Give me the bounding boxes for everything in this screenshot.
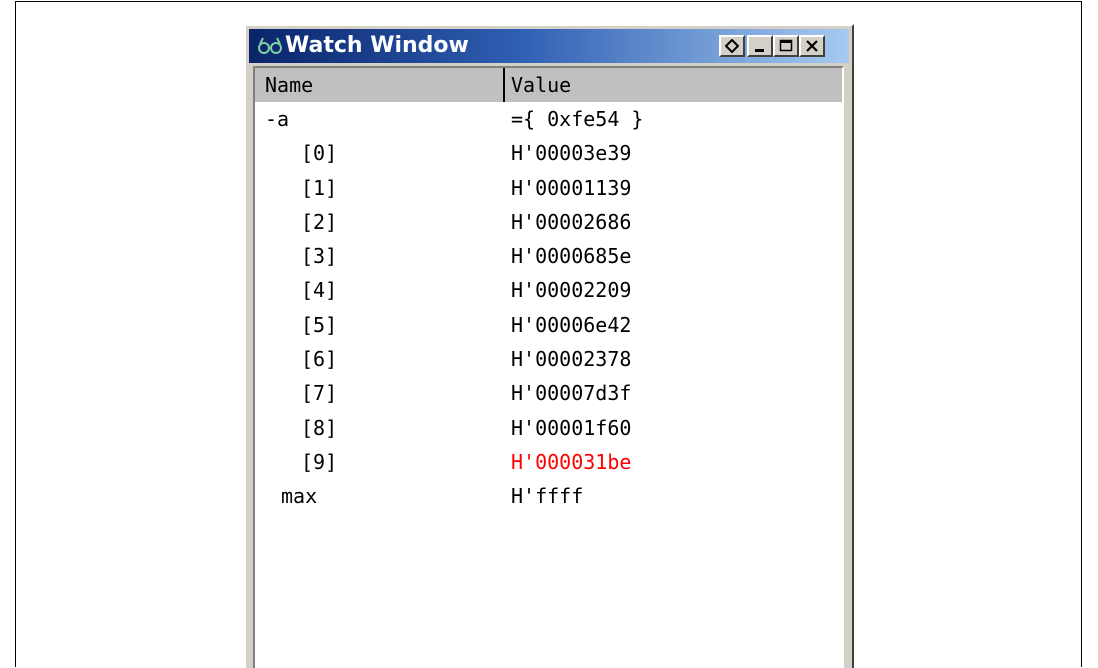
watch-row-a-0[interactable]: [0] H'00003e39 [255, 136, 842, 170]
row-value[interactable]: H'00007d3f [511, 376, 631, 410]
row-value[interactable]: H'00002686 [511, 205, 631, 239]
row-value[interactable]: H'ffff [511, 479, 583, 513]
row-name: [5] [301, 312, 338, 337]
column-header-name[interactable]: Name [265, 68, 313, 102]
column-header-value[interactable]: Value [511, 68, 571, 102]
row-value[interactable]: H'00003e39 [511, 136, 631, 170]
window-options-button[interactable] [719, 35, 745, 57]
watch-row-a-8[interactable]: [8] H'00001f60 [255, 411, 842, 445]
row-value[interactable]: H'0000685e [511, 239, 631, 273]
watch-row-max[interactable]: max H'ffff [255, 479, 842, 513]
column-divider[interactable] [503, 68, 505, 102]
list-header: Name Value [255, 68, 842, 102]
watch-rows: -a ={ 0xfe54 } [0] H'00003e39 [1] H'0000… [255, 102, 842, 514]
row-name: [1] [301, 175, 338, 200]
row-name: [6] [301, 347, 338, 372]
close-button[interactable] [799, 35, 825, 57]
row-name: [3] [301, 244, 338, 269]
maximize-icon [779, 39, 793, 52]
watch-glasses-icon [257, 36, 283, 56]
minimize-icon [755, 49, 764, 52]
row-name: [8] [301, 415, 338, 440]
watch-list[interactable]: Name Value -a ={ 0xfe54 } [0] H'00003e39… [253, 66, 844, 668]
watch-row-a-9[interactable]: [9] H'000031be [255, 445, 842, 479]
watch-row-a-3[interactable]: [3] H'0000685e [255, 239, 842, 273]
row-name: max [281, 484, 318, 509]
close-icon [806, 40, 818, 52]
watch-row-a-5[interactable]: [5] H'00006e42 [255, 308, 842, 342]
row-value[interactable]: ={ 0xfe54 } [511, 102, 643, 136]
watch-row-a-7[interactable]: [7] H'00007d3f [255, 376, 842, 410]
watch-row-a-4[interactable]: [4] H'00002209 [255, 273, 842, 307]
row-value[interactable]: H'00006e42 [511, 308, 631, 342]
row-name[interactable]: -a [265, 102, 289, 136]
watch-row-a-2[interactable]: [2] H'00002686 [255, 205, 842, 239]
minimize-button[interactable] [747, 35, 773, 57]
row-name: [9] [301, 449, 338, 474]
row-value-changed[interactable]: H'000031be [511, 445, 631, 479]
row-value[interactable]: H'00001f60 [511, 411, 631, 445]
watch-row-a-6[interactable]: [6] H'00002378 [255, 342, 842, 376]
title-bar[interactable]: Watch Window [249, 29, 849, 63]
row-name: [4] [301, 278, 338, 303]
watch-window: Watch Window Name Value -a ={0xfe54} [… [244, 24, 854, 668]
maximize-button[interactable] [773, 35, 799, 57]
row-name: [7] [301, 381, 338, 406]
watch-row-a-1[interactable]: [1] H'00001139 [255, 171, 842, 205]
window-title: Watch Window [285, 33, 469, 58]
row-value[interactable]: H'00002209 [511, 273, 631, 307]
row-value[interactable]: H'00002378 [511, 342, 631, 376]
row-value[interactable]: H'00001139 [511, 171, 631, 205]
watch-row-a[interactable]: -a ={ 0xfe54 } [255, 102, 842, 136]
row-name: [0] [301, 141, 338, 166]
diamond-icon [725, 39, 739, 53]
row-name: [2] [301, 209, 338, 234]
